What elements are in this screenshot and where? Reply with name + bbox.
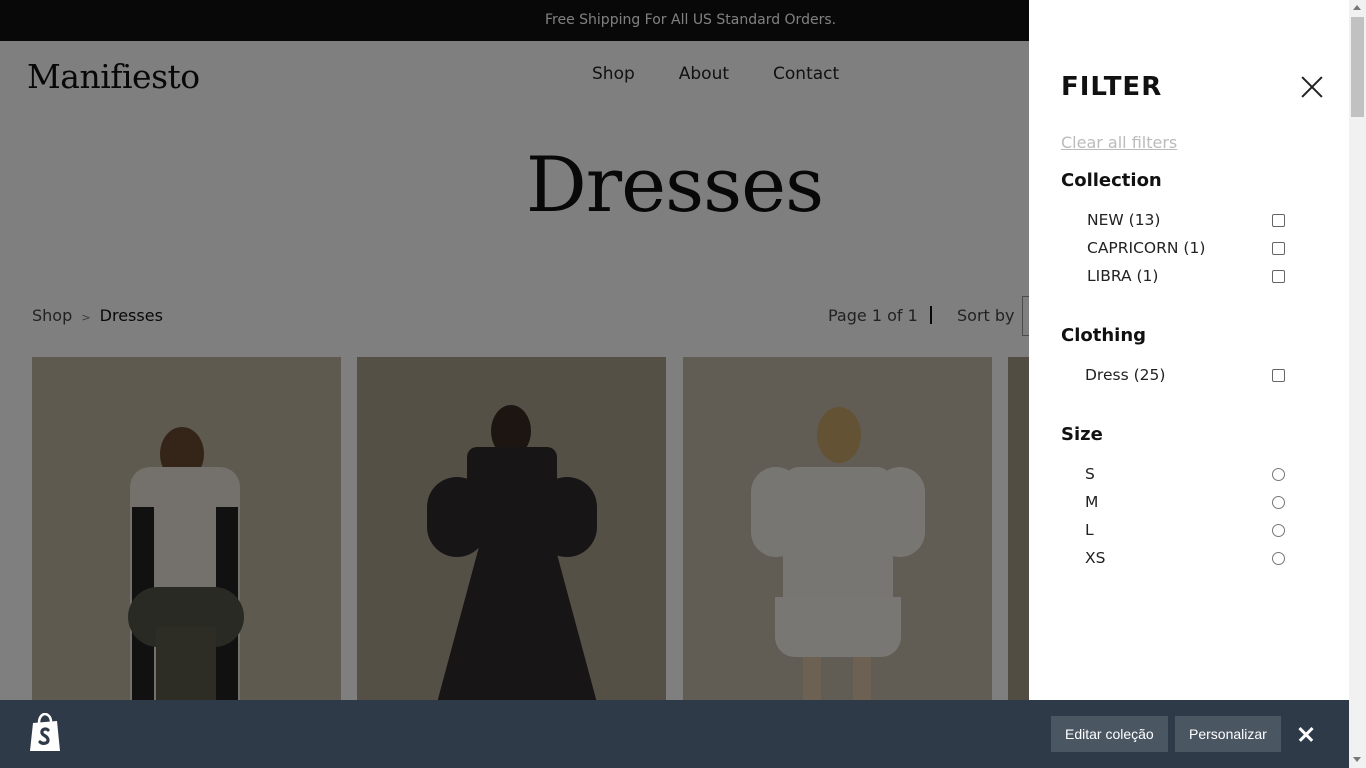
checkbox-libra[interactable] — [1272, 270, 1285, 283]
close-icon[interactable] — [1300, 75, 1324, 99]
close-icon[interactable] — [1298, 726, 1314, 742]
filter-option-capricorn[interactable]: CAPRICORN (1) — [1087, 239, 1287, 257]
scroll-up-icon[interactable] — [1353, 5, 1361, 10]
collection-heading: Collection — [1061, 170, 1162, 191]
size-option-s[interactable]: S — [1085, 465, 1285, 483]
radio-xs[interactable] — [1272, 552, 1285, 565]
filter-option-dress[interactable]: Dress (25) — [1085, 366, 1285, 384]
filter-title: FILTER — [1061, 72, 1163, 102]
radio-s[interactable] — [1272, 468, 1285, 481]
filter-option-libra[interactable]: LIBRA (1) — [1087, 267, 1287, 285]
size-option-m[interactable]: M — [1085, 493, 1285, 511]
checkbox-new[interactable] — [1272, 214, 1285, 227]
customize-button[interactable]: Personalizar — [1175, 716, 1281, 752]
radio-m[interactable] — [1272, 496, 1285, 509]
page-scrollbar[interactable] — [1349, 0, 1366, 768]
size-option-xs[interactable]: XS — [1085, 549, 1285, 567]
checkbox-capricorn[interactable] — [1272, 242, 1285, 255]
scroll-down-icon[interactable] — [1353, 757, 1361, 762]
filter-drawer: FILTER Clear all filters Collection NEW … — [1029, 0, 1349, 768]
checkbox-dress[interactable] — [1272, 369, 1285, 382]
filter-option-new[interactable]: NEW (13) — [1087, 211, 1287, 229]
size-option-l[interactable]: L — [1085, 521, 1285, 539]
clothing-heading: Clothing — [1061, 325, 1147, 346]
radio-l[interactable] — [1272, 524, 1285, 537]
shopify-admin-bar: Editar coleção Personalizar — [0, 700, 1349, 768]
clear-all-filters-link[interactable]: Clear all filters — [1061, 133, 1177, 152]
size-heading: Size — [1061, 424, 1103, 445]
scroll-thumb[interactable] — [1351, 17, 1364, 117]
shopify-bag-icon[interactable] — [27, 713, 63, 753]
edit-collection-button[interactable]: Editar coleção — [1051, 716, 1168, 752]
